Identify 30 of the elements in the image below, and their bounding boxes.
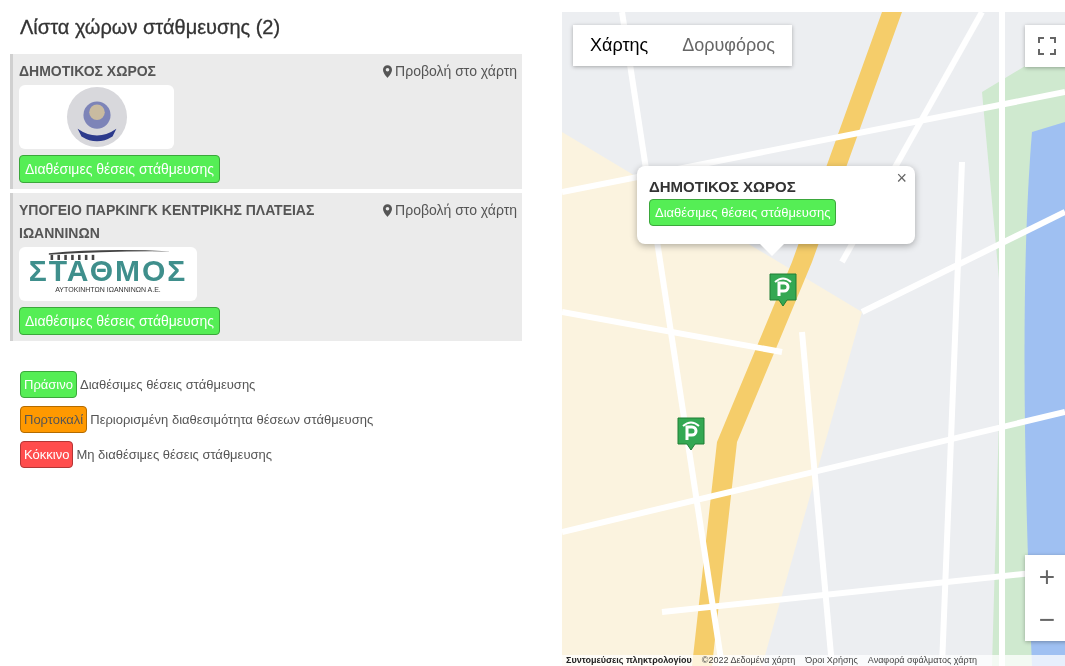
- view-on-map-link[interactable]: Προβολή στο χάρτη: [383, 199, 517, 222]
- availability-badge: Διαθέσιμες θέσεις στάθμευσης: [19, 307, 220, 335]
- emblem-icon: [65, 86, 128, 148]
- close-button[interactable]: ×: [892, 166, 911, 191]
- list-title: Λίστα χώρων στάθμευσης (2): [20, 16, 282, 39]
- legend-badge: Κόκκινο: [20, 441, 74, 468]
- zoom-out-button[interactable]: −: [1025, 598, 1065, 641]
- legend-badge: Πορτοκαλί: [20, 406, 88, 433]
- attribution-link[interactable]: Όροι Χρήσης: [805, 655, 858, 666]
- attribution-link[interactable]: ©2022 Δεδομένα χάρτη: [701, 655, 796, 666]
- info-window-title: ΔΗΜΟΤΙΚΟΣ ΧΩΡΟΣ: [649, 178, 796, 195]
- parking-name: ΥΠΟΓΕΙΟ ΠΑΡΚΙΝΓΚ ΚΕΝΤΡΙΚΗΣ ΠΛΑΤΕΙΑΣ ΙΩΑΝΝΙΝΩΝ: [19, 201, 316, 243]
- logo-wordmark: ΣΤΑΘΜΟΣ: [28, 256, 188, 286]
- view-on-map-link[interactable]: Προβολή στο χάρτη: [383, 60, 517, 83]
- legend-badge: Πράσινο: [20, 371, 77, 398]
- availability-badge: Διαθέσιμες θέσεις στάθμευσης: [19, 155, 220, 183]
- legend-description: Διαθέσιμες θέσεις στάθμευσης: [79, 377, 256, 392]
- map-type-tab[interactable]: Δορυφόρος: [665, 25, 792, 66]
- zoom-in-button[interactable]: +: [1025, 555, 1065, 598]
- parking-name: ΔΗΜΟΤΙΚΟΣ ΧΩΡΟΣ: [19, 62, 156, 81]
- legend-description: Μη διαθέσιμες θέσεις στάθμευσης: [76, 447, 273, 462]
- map-pin-icon: [383, 204, 393, 217]
- map-type-tab[interactable]: Χάρτης: [573, 25, 666, 66]
- legend-description: Περιορισμένη διαθεσιμότητα θέσεων στάθμευσης: [90, 412, 374, 427]
- map-pin-icon: [383, 65, 393, 78]
- attribution-link[interactable]: Αναφορά σφάλματος χάρτη: [867, 655, 977, 666]
- fullscreen-icon: [1038, 37, 1056, 55]
- attribution-link[interactable]: Συντομεύσεις πληκτρολογίου: [566, 655, 692, 666]
- fullscreen-button[interactable]: [1025, 25, 1065, 67]
- availability-badge: Διαθέσιμες θέσεις στάθμευσης: [649, 199, 837, 226]
